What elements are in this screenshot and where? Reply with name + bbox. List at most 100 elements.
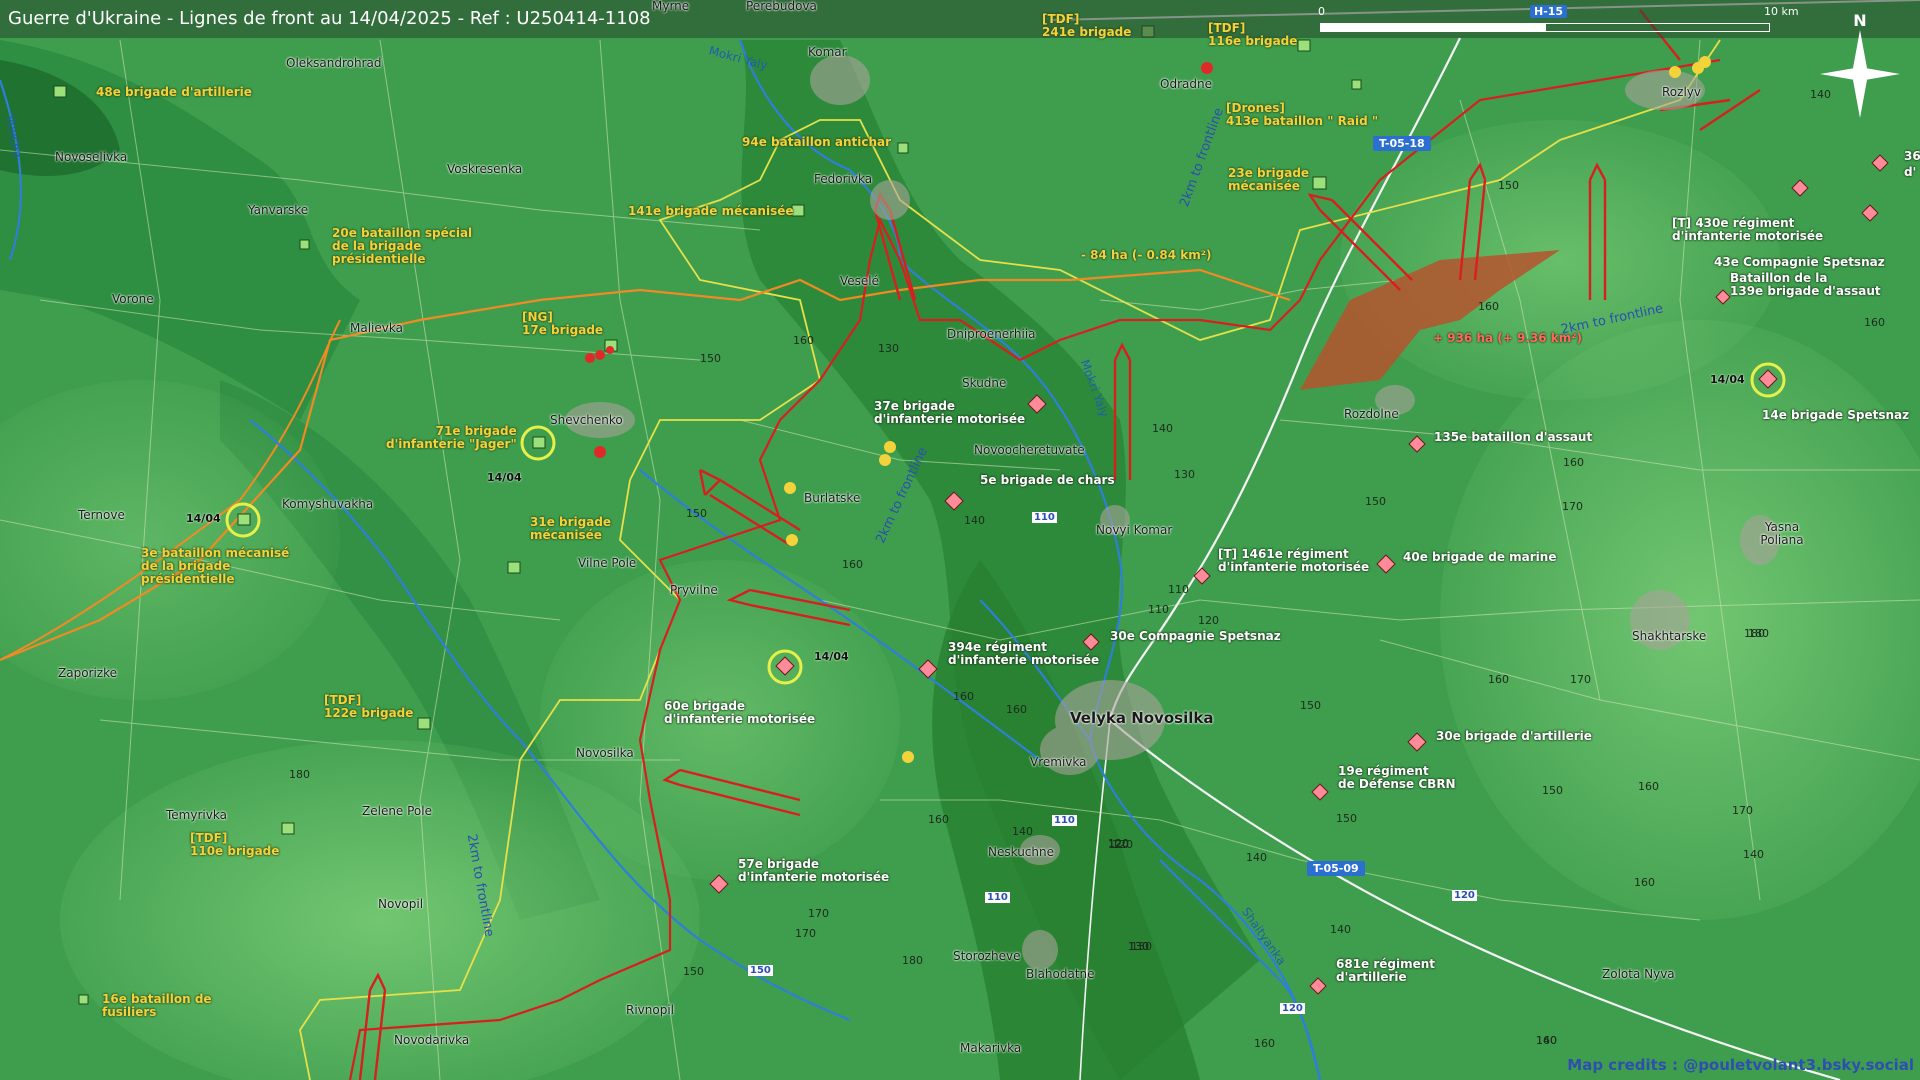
event-date-label: 14/04 <box>814 650 849 663</box>
russian-unit-label: 14e brigade Spetsnaz <box>1762 408 1910 422</box>
elevation-label: 150 <box>1336 812 1357 825</box>
elevation-label: 150 <box>1498 179 1519 192</box>
town-label: Komar <box>808 45 847 59</box>
russian-unit-label: 60e brigade d'infanterie motorisée <box>664 699 816 726</box>
ukraine-unit-label: 31e brigade mécanisée <box>530 515 612 542</box>
elevation-label: 160 <box>1488 673 1509 686</box>
town-label: Zaporizke <box>58 666 118 680</box>
russian-unit-label: 19e régiment de Défense CBRN <box>1338 764 1456 791</box>
elevation-label: 160 <box>928 813 949 826</box>
town-label: Oleksandrohrad <box>286 56 382 70</box>
russian-unit-label: 30e brigade d'artillerie <box>1436 729 1592 743</box>
elevation-label: 150 <box>1542 784 1563 797</box>
elevation-label: 160 <box>793 334 814 347</box>
area-gain-label: + 936 ha (+ 9.36 km²) <box>1433 331 1583 345</box>
ukraine-unit-marker[interactable] <box>897 142 909 154</box>
elevation-label: 140 <box>964 514 985 527</box>
map-canvas[interactable] <box>0 0 1920 1080</box>
elevation-label: 180 <box>902 954 923 967</box>
town-label: Neskuchne <box>988 845 1054 859</box>
elevation-label: 160 <box>953 690 974 703</box>
town-label: Storozheve <box>953 949 1021 963</box>
ukraine-unit-label: 23e brigade mécanisée <box>1228 166 1310 193</box>
town-label: Vremivka <box>1030 755 1087 769</box>
ukraine-unit-marker[interactable] <box>281 822 295 835</box>
ukraine-unit-marker[interactable] <box>78 994 89 1005</box>
town-label: Pryvilne <box>670 583 718 597</box>
elevation-label: 170 <box>808 907 829 920</box>
elevation-label: 150 <box>1365 495 1386 508</box>
town-label: Rozlyv <box>1662 85 1701 99</box>
town-label: Blahodatne <box>1026 967 1095 981</box>
map-credits[interactable]: Map credits : @pouletvolant3.bsky.social <box>1567 1056 1914 1074</box>
russian-unit-label: 30e Compagnie Spetsnaz <box>1110 629 1281 643</box>
ukraine-unit-marker[interactable] <box>1312 176 1327 190</box>
ukraine-unit-marker[interactable] <box>237 513 251 526</box>
ukraine-unit-label: [NG] 17e brigade <box>522 310 604 337</box>
russian-unit-label: [T] 1461e régiment d'infanterie motorisé… <box>1218 547 1370 574</box>
town-label: Fedorivka <box>814 172 873 186</box>
ukraine-unit-marker[interactable] <box>1297 39 1311 52</box>
ukraine-unit-label: 94e bataillon antichar <box>742 135 892 149</box>
russian-unit-label: Bataillon de la 139e brigade d'assaut <box>1730 271 1881 298</box>
scale-end: 10 km <box>1764 5 1799 18</box>
russian-unit-label: 40e brigade de marine <box>1403 550 1557 564</box>
elevation-label: 170 <box>1732 804 1753 817</box>
road-badge-h15: H-15 <box>1530 5 1568 18</box>
elevation-label: 150 <box>683 965 704 978</box>
ukraine-unit-marker[interactable] <box>417 717 431 730</box>
ukraine-unit-label: 20e bataillon spécial de la brigade prés… <box>332 226 473 266</box>
elevation-label: 120 <box>1198 614 1219 627</box>
ukraine-unit-label: 71e brigade d'infanterie "Jager" <box>386 424 517 451</box>
town-label: Ternove <box>78 508 125 522</box>
elevation-label: 160 <box>1006 703 1027 716</box>
town-label: Makarivka <box>960 1041 1022 1055</box>
town-label: Temyrivka <box>166 808 227 822</box>
elevation-label: 160 <box>1254 1037 1275 1050</box>
compass-rose-icon: N <box>1815 8 1905 118</box>
ukraine-unit-marker[interactable] <box>299 239 310 250</box>
elevation-label: 140 <box>1012 825 1033 838</box>
town-label: Rozdolne <box>1344 407 1399 421</box>
ukraine-unit-marker[interactable] <box>532 436 546 449</box>
event-date-label: 14/04 <box>186 512 221 525</box>
town-label: Odradne <box>1160 77 1212 91</box>
road-number: 120 <box>1452 890 1477 901</box>
elevation-label: 180 <box>1748 627 1769 640</box>
ukraine-unit-label: [TDF] 241e brigade <box>1042 12 1132 39</box>
town-label: Rivnopil <box>626 1003 675 1017</box>
compass-north-label: N <box>1853 11 1866 30</box>
road-badge-t0518: T-05-18 <box>1373 136 1431 151</box>
ukraine-unit-marker[interactable] <box>507 561 521 574</box>
elevation-label: 110 <box>1168 583 1189 596</box>
ukraine-unit-label: [TDF] 116e brigade <box>1208 21 1298 48</box>
scale-bar <box>1320 23 1770 32</box>
ukraine-unit-label: [Drones] 413e bataillon " Raid " <box>1226 101 1379 128</box>
elevation-label: 130 <box>878 342 899 355</box>
town-label: Burlatske <box>804 491 861 505</box>
town-label: Myrne <box>652 0 690 13</box>
elevation-label: 130 <box>1128 940 1149 953</box>
town-label: Veselé <box>840 274 880 288</box>
map-title: Guerre d'Ukraine - Lignes de front au 14… <box>8 8 651 29</box>
ukraine-unit-label: 48e brigade d'artillerie <box>96 85 252 99</box>
ukraine-unit-label: 16e bataillon de fusiliers <box>102 992 212 1019</box>
town-label: Zelene Pole <box>362 804 432 818</box>
russian-unit-label: 43e Compagnie Spetsnaz <box>1714 255 1885 269</box>
russian-unit-label: 135e bataillon d'assaut <box>1434 430 1593 444</box>
town-label: Shakhtarske <box>1632 629 1707 643</box>
area-loss-label: - 84 ha (- 0.84 km²) <box>1081 248 1212 262</box>
town-label: Dniproenerhiia <box>947 327 1036 341</box>
scale-start: 0 <box>1318 5 1325 18</box>
ukraine-unit-marker[interactable] <box>1351 79 1362 90</box>
ukraine-unit-marker[interactable] <box>53 85 67 98</box>
town-label: Perebudova <box>746 0 817 13</box>
elevation-label: 120 <box>1112 838 1133 851</box>
elevation-label: 130 <box>1174 468 1195 481</box>
russian-unit-label: [T] 430e régiment d'infanterie motorisée <box>1672 216 1824 243</box>
event-date-label: 14/04 <box>487 471 522 484</box>
town-label: Novyi Komar <box>1096 523 1173 537</box>
elevation-label: 110 <box>1148 603 1169 616</box>
russian-unit-label: 5e brigade de chars <box>980 473 1115 487</box>
town-label: Novoocheretuvate <box>974 443 1085 457</box>
